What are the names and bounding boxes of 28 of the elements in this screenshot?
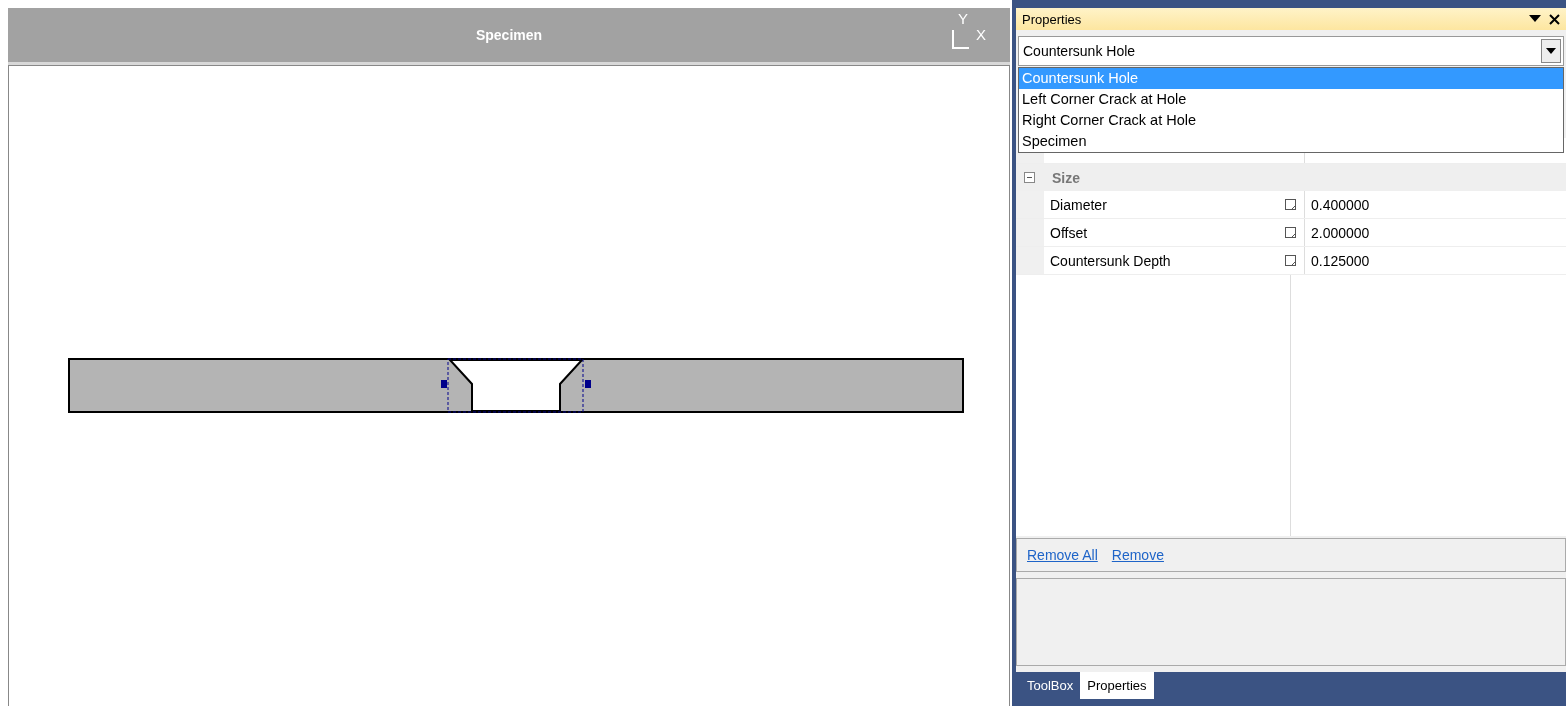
edit-icon[interactable] [1285,227,1296,238]
category-label: Size [1052,169,1080,186]
dropdown-option[interactable]: Specimen [1019,131,1563,152]
object-dropdown[interactable]: Countersunk Hole [1018,36,1564,66]
property-value[interactable]: 0.400000 [1311,196,1370,213]
property-value[interactable]: 0.125000 [1311,252,1370,269]
property-value[interactable]: 2.000000 [1311,224,1370,241]
view-title: Specimen [475,27,543,43]
property-name: Countersunk Depth [1050,252,1171,269]
edit-icon[interactable] [1285,199,1296,210]
close-icon[interactable] [1549,13,1560,25]
link[interactable]: Remove All [1027,547,1098,563]
panel-title: Properties [1022,11,1082,27]
dropdown-option[interactable]: Left Corner Crack at Hole [1019,89,1563,110]
countersunk-hole[interactable] [441,358,591,413]
link[interactable]: Remove [1111,547,1164,563]
property-name: Offset [1050,224,1088,241]
collapse-icon[interactable] [1024,172,1035,183]
axis-label: Y [958,10,968,27]
tab[interactable]: ToolBox [1020,672,1081,699]
tab[interactable]: Properties [1080,672,1154,699]
dropdown-option[interactable]: Right Corner Crack at Hole [1019,110,1563,131]
property-name: Diameter [1050,196,1107,213]
axis-label: X [976,26,986,43]
axis-icon [950,28,970,50]
dropdown-arrow-icon[interactable] [1529,15,1541,23]
edit-icon[interactable] [1285,255,1296,266]
caret-icon [1546,48,1556,54]
